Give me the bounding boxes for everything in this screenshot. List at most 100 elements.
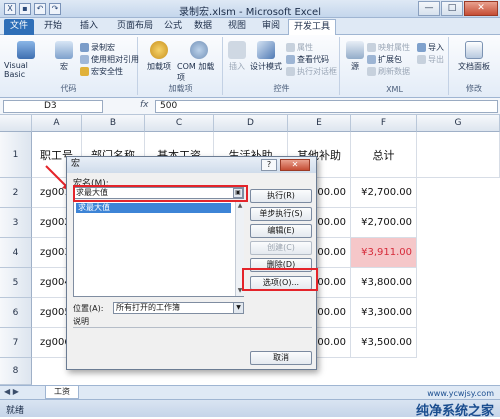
minimize-button[interactable]: — (418, 1, 440, 16)
status-text: 就绪 (6, 406, 25, 416)
red-highlight-options-box (242, 268, 318, 291)
row-header-7[interactable]: 7 (0, 328, 32, 358)
location-select[interactable]: 所有打开的工作簿 (113, 302, 244, 314)
close-button[interactable]: ✕ (464, 1, 498, 16)
total-cell[interactable]: ¥3,800.00 (351, 268, 417, 298)
dialog-close-button[interactable]: ✕ (280, 159, 310, 171)
run-dialog-label: 执行对话框 (297, 67, 337, 76)
expansion-packs-button[interactable]: 扩展包 (367, 54, 402, 65)
sheet-tab[interactable]: 工资 (45, 386, 79, 399)
run-button[interactable]: 执行(R) (250, 189, 312, 203)
insert-function-icon[interactable]: fx (140, 100, 149, 110)
help-button[interactable]: ? (261, 159, 277, 171)
step-into-button[interactable]: 单步执行(S) (250, 207, 312, 221)
macros-button[interactable]: 宏 (52, 41, 76, 72)
column-header-c[interactable]: C (145, 115, 214, 132)
create-button[interactable]: 创建(C) (250, 241, 312, 255)
tab-page-layout[interactable]: 页面布局 (110, 19, 160, 35)
import-button[interactable]: 导入 (417, 42, 444, 53)
row-header-5[interactable]: 5 (0, 268, 32, 298)
export-button[interactable]: 导出 (417, 54, 444, 65)
properties-label: 属性 (297, 43, 313, 52)
chevron-down-icon[interactable]: ▼ (233, 303, 243, 313)
map-properties-button[interactable]: 映射属性 (367, 42, 410, 53)
total-cell[interactable]: ¥2,700.00 (351, 178, 417, 208)
macro-dialog: 宏 ? ✕ 宏名(M): 求最大值 ▣ 求最大值 ▲ ▼ 执行(R) 单步执行(… (66, 156, 318, 370)
com-addins-label: COM 加载项 (177, 62, 215, 82)
name-box[interactable]: D3 (3, 100, 103, 113)
xml-source-button[interactable]: 源 (345, 41, 365, 72)
import-label: 导入 (428, 43, 444, 52)
column-header-a[interactable]: A (32, 115, 82, 132)
header-cell-total[interactable]: 总计 (351, 132, 417, 178)
record-macro-label: 录制宏 (91, 43, 115, 52)
sheet-tab-bar: ◀ ▶ 工资 (0, 385, 500, 399)
total-cell[interactable]: ¥2,700.00 (351, 208, 417, 238)
grid-cell[interactable] (417, 132, 500, 178)
macro-list[interactable]: 求最大值 ▲ ▼ (73, 200, 244, 297)
expansion-packs-label: 扩展包 (378, 55, 402, 64)
sheet-nav-arrows[interactable]: ◀ ▶ (4, 387, 19, 396)
maximize-button[interactable]: □ (441, 1, 463, 16)
macros-icon (55, 41, 73, 59)
scroll-up-icon[interactable]: ▲ (236, 202, 244, 210)
addins-group: 加载项 COM 加载项 加载项 (139, 37, 223, 95)
record-macro-button[interactable]: 录制宏 (80, 42, 115, 53)
addins-button[interactable]: 加载项 (143, 41, 175, 72)
design-mode-button[interactable]: 设计模式 (250, 41, 282, 72)
row-header-6[interactable]: 6 (0, 298, 32, 328)
tab-home[interactable]: 开始 (40, 19, 66, 35)
run-dialog-button[interactable]: 执行对话框 (286, 66, 337, 77)
properties-button[interactable]: 属性 (286, 42, 313, 53)
column-header-g[interactable]: G (417, 115, 500, 132)
watermark-brand: 纯净系统之家 (415, 404, 494, 419)
row-header-8[interactable]: 8 (0, 358, 32, 385)
tab-data[interactable]: 数据 (190, 19, 216, 35)
document-panel-button[interactable]: 文档面板 (452, 41, 496, 72)
relative-refs-button[interactable]: 使用相对引用 (80, 54, 139, 65)
macro-security-button[interactable]: 宏安全性 (80, 66, 123, 77)
visual-basic-button[interactable]: Visual Basic (4, 41, 48, 79)
column-header-e[interactable]: E (288, 115, 351, 132)
xml-group: 源 映射属性 扩展包 刷新数据 导入 导出 XML (341, 37, 449, 95)
column-header-f[interactable]: F (351, 115, 417, 132)
total-cell[interactable]: ¥3,300.00 (351, 298, 417, 328)
visual-basic-icon (17, 41, 35, 59)
document-panel-label: 文档面板 (458, 62, 490, 71)
tab-view[interactable]: 视图 (224, 19, 250, 35)
view-code-button[interactable]: 查看代码 (286, 54, 329, 65)
tab-file[interactable]: 文件 (4, 19, 34, 35)
row-header-2[interactable]: 2 (0, 178, 32, 208)
insert-control-button[interactable]: 插入 (226, 41, 248, 72)
watermark-url: www.ycwjsy.com (427, 389, 494, 398)
ribbon-tabs: 文件 开始 插入 页面布局 公式 数据 视图 审阅 开发工具 (0, 18, 500, 35)
dialog-title: 宏 (67, 157, 316, 173)
formula-input[interactable]: 500 (155, 100, 498, 113)
tab-formulas[interactable]: 公式 (160, 19, 186, 35)
com-addins-icon (190, 41, 208, 59)
tab-insert[interactable]: 插入 (76, 19, 102, 35)
column-header-d[interactable]: D (214, 115, 288, 132)
macro-list-item[interactable]: 求最大值 (76, 203, 231, 213)
row-header-4[interactable]: 4 (0, 238, 32, 268)
row-header-3[interactable]: 3 (0, 208, 32, 238)
status-bar: 就绪 纯净系统之家 (0, 399, 500, 419)
window-controls: — □ ✕ (418, 1, 498, 16)
tab-review[interactable]: 审阅 (258, 19, 284, 35)
tab-developer[interactable]: 开发工具 (288, 19, 336, 35)
row-header-1[interactable]: 1 (0, 132, 32, 178)
edit-button[interactable]: 编辑(E) (250, 224, 312, 238)
total-cell-highlighted[interactable]: ¥3,911.00 (351, 238, 417, 268)
refresh-data-button[interactable]: 刷新数据 (367, 66, 410, 77)
select-all-corner[interactable] (0, 115, 32, 132)
modify-group: 文档面板 修改 (450, 37, 498, 95)
cancel-button[interactable]: 取消 (250, 351, 312, 365)
total-cell[interactable]: ¥3,500.00 (351, 328, 417, 358)
com-addins-button[interactable]: COM 加载项 (177, 41, 221, 83)
export-icon (417, 55, 426, 64)
relative-refs-icon (80, 55, 89, 64)
xml-group-label: XML (386, 85, 403, 94)
column-header-b[interactable]: B (82, 115, 145, 132)
addins-group-label: 加载项 (168, 84, 193, 93)
description-label: 说明 (73, 317, 89, 326)
